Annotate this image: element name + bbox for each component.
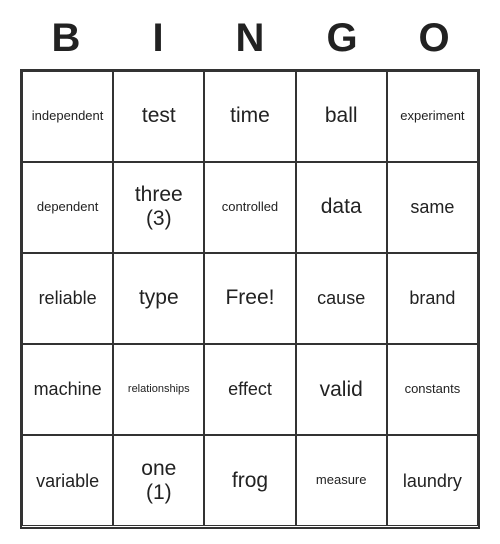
bingo-cell[interactable]: effect xyxy=(204,344,295,435)
bingo-cell[interactable]: time xyxy=(204,71,295,162)
bingo-cell[interactable]: test xyxy=(113,71,204,162)
bingo-cell[interactable]: dependent xyxy=(22,162,113,253)
bingo-cell[interactable]: laundry xyxy=(387,435,478,526)
bingo-header: B I N G O xyxy=(20,16,480,61)
header-letter-n: N xyxy=(204,16,296,61)
bingo-cell[interactable]: variable xyxy=(22,435,113,526)
bingo-cell[interactable]: reliable xyxy=(22,253,113,344)
bingo-cell[interactable]: experiment xyxy=(387,71,478,162)
bingo-card: B I N G O independenttesttimeballexperim… xyxy=(20,16,480,529)
header-letter-b: B xyxy=(20,16,112,61)
bingo-cell[interactable]: independent xyxy=(22,71,113,162)
bingo-cell[interactable]: relationships xyxy=(113,344,204,435)
bingo-cell[interactable]: one (1) xyxy=(113,435,204,526)
bingo-cell[interactable]: data xyxy=(296,162,387,253)
bingo-cell[interactable]: machine xyxy=(22,344,113,435)
header-letter-i: I xyxy=(112,16,204,61)
bingo-cell[interactable]: brand xyxy=(387,253,478,344)
bingo-cell[interactable]: ball xyxy=(296,71,387,162)
bingo-cell[interactable]: type xyxy=(113,253,204,344)
header-letter-o: O xyxy=(388,16,480,61)
bingo-grid: independenttesttimeballexperiment depende… xyxy=(20,69,480,529)
header-letter-g: G xyxy=(296,16,388,61)
bingo-cell[interactable]: three (3) xyxy=(113,162,204,253)
bingo-cell[interactable]: cause xyxy=(296,253,387,344)
bingo-cell[interactable]: Free! xyxy=(204,253,295,344)
bingo-cell[interactable]: controlled xyxy=(204,162,295,253)
bingo-cell[interactable]: constants xyxy=(387,344,478,435)
bingo-cell[interactable]: frog xyxy=(204,435,295,526)
bingo-cell[interactable]: measure xyxy=(296,435,387,526)
bingo-cell[interactable]: valid xyxy=(296,344,387,435)
bingo-cell[interactable]: same xyxy=(387,162,478,253)
